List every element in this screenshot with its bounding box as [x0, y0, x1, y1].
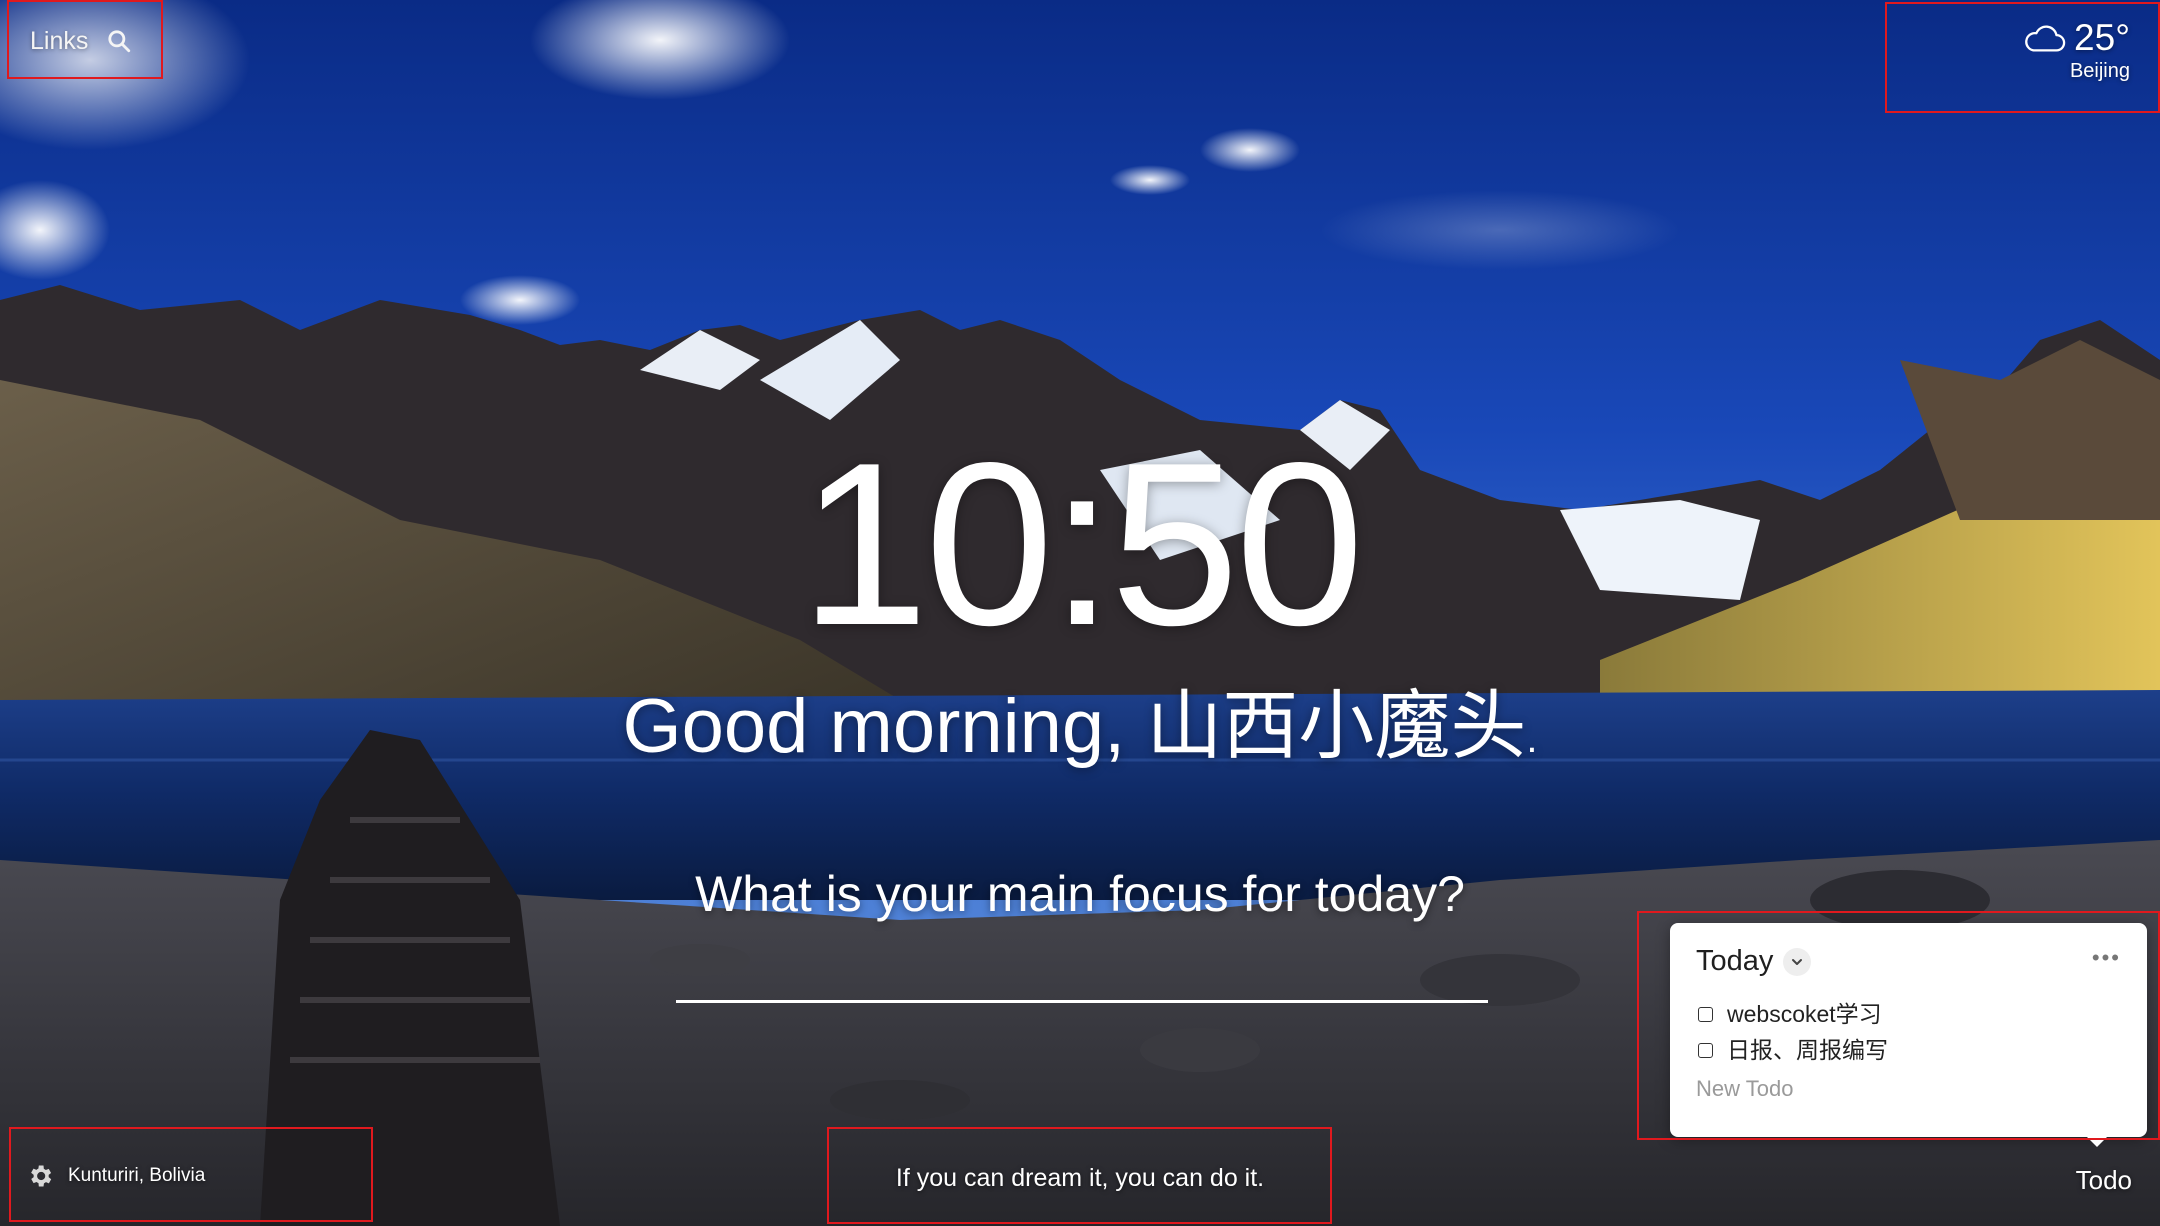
todo-checkbox[interactable]	[1698, 1042, 1713, 1058]
search-icon[interactable]	[106, 28, 132, 54]
more-icon[interactable]: •••	[2092, 945, 2121, 971]
todo-list: webscoket学习 日报、周报编写	[1696, 996, 2121, 1068]
weather-widget[interactable]: 25° Beijing	[2024, 18, 2130, 83]
focus-input[interactable]	[676, 940, 1488, 1003]
greeting-name[interactable]: 山西小魔头	[1146, 684, 1526, 769]
greeting-text: Good morning,	[622, 684, 1147, 769]
daily-quote[interactable]: If you can dream it, you can do it.	[0, 1164, 2160, 1193]
weather-temperature: 25°	[2074, 17, 2130, 58]
todo-checkbox[interactable]	[1698, 1006, 1713, 1022]
chevron-down-icon[interactable]	[1783, 947, 1812, 976]
todo-panel: Today ••• webscoket学习 日报、周报编写	[1670, 923, 2147, 1147]
weather-location: Beijing	[2069, 60, 2130, 82]
greeting-suffix: .	[1526, 717, 1538, 761]
new-todo-input[interactable]	[1696, 1076, 1996, 1102]
todo-list-title: Today	[1696, 945, 1774, 977]
todo-item-label[interactable]: webscoket学习	[1727, 996, 1882, 1032]
todo-item-label[interactable]: 日报、周报编写	[1727, 1032, 1888, 1068]
clock-time[interactable]: 10:50	[0, 425, 2160, 665]
todo-item: 日报、周报编写	[1698, 1032, 2121, 1068]
links-button[interactable]: Links	[12, 4, 160, 78]
todo-list-selector[interactable]: Today	[1696, 945, 1812, 978]
todo-toggle-button[interactable]: Todo	[2076, 1165, 2132, 1196]
greeting: Good morning, 山西小魔头.	[0, 682, 2160, 784]
cloud-icon	[2024, 21, 2066, 55]
links-label: Links	[30, 26, 89, 55]
momentum-new-tab: Links 25° Beijing 10:50 Good morning, 山西…	[0, 0, 2160, 1226]
focus-question: What is your main focus for today?	[695, 866, 1465, 922]
todo-item: webscoket学习	[1698, 996, 2121, 1032]
